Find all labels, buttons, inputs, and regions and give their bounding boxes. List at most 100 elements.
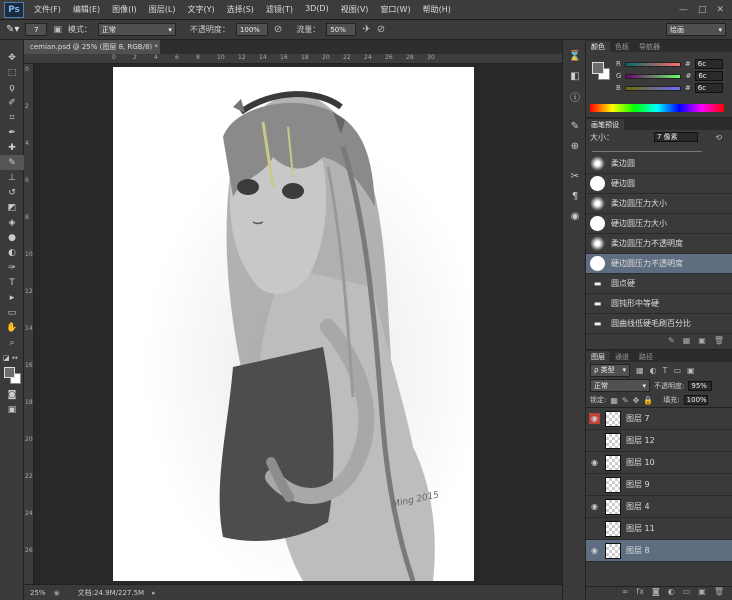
filter-type-icon[interactable]: T xyxy=(663,366,668,375)
filter-shape-icon[interactable]: ▭ xyxy=(673,366,681,375)
shape-tool-icon[interactable]: ▭ xyxy=(0,305,24,320)
adjustment-layer-icon[interactable]: ◐ xyxy=(668,587,675,600)
flow-field[interactable]: 50% xyxy=(326,23,357,36)
toggle-panel-icon[interactable]: ▦ xyxy=(683,336,691,345)
brush-preset-item[interactable]: 硬边圆压力大小 xyxy=(586,214,732,234)
lock-all-icon[interactable]: 🔒 xyxy=(643,396,653,405)
brush-preset-item[interactable]: 柔边圆压力不透明度 xyxy=(586,234,732,254)
brush-preset-item[interactable]: 硬边圆压力不透明度 xyxy=(586,254,732,274)
marquee-tool-icon[interactable]: ⬚ xyxy=(0,65,24,80)
healing-brush-tool-icon[interactable]: ✚ xyxy=(0,140,24,155)
eye-icon[interactable]: ◉ xyxy=(589,413,600,424)
move-tool-icon[interactable]: ✥ xyxy=(0,50,24,65)
eraser-tool-icon[interactable]: ◩ xyxy=(0,200,24,215)
close-button[interactable]: ✕ xyxy=(716,5,724,15)
lasso-tool-icon[interactable]: ϙ xyxy=(0,80,24,95)
channel-slider[interactable] xyxy=(624,61,681,67)
panel-tab-颜色[interactable]: 颜色 xyxy=(586,41,610,52)
layer-row[interactable]: ◉ 图层 8 xyxy=(586,540,732,562)
channel-slider[interactable] xyxy=(624,85,681,91)
history-brush-tool-icon[interactable]: ↺ xyxy=(0,185,24,200)
character-panel-icon[interactable]: ¶ xyxy=(563,186,587,206)
menu-item-8[interactable]: 视图(V) xyxy=(335,4,375,15)
layer-opacity-field[interactable]: 95% xyxy=(688,380,713,391)
new-group-icon[interactable]: ▭ xyxy=(683,587,691,600)
brush-size-slider[interactable] xyxy=(592,144,702,152)
fill-field[interactable]: 100% xyxy=(683,395,708,405)
brush-preset-item[interactable]: ▬ 圆钝形中等硬 xyxy=(586,294,732,314)
brush-panel-toggle-icon[interactable]: ▣ xyxy=(53,25,62,35)
brush-size-field[interactable]: 7 像素 xyxy=(654,132,698,142)
link-layers-icon[interactable]: ∞ xyxy=(622,587,629,600)
filter-adjust-icon[interactable]: ◐ xyxy=(650,366,657,375)
menu-item-5[interactable]: 选择(S) xyxy=(221,4,260,15)
crop-tool-icon[interactable]: ⌗ xyxy=(0,110,24,125)
menu-item-10[interactable]: 帮助(H) xyxy=(417,4,457,15)
document-tab[interactable]: cemian.psd @ 25% (图层 8, RGB/8) * × xyxy=(24,40,168,54)
menu-item-0[interactable]: 文件(F) xyxy=(28,4,67,15)
brush-preset-item[interactable]: ▬ 圆点硬 xyxy=(586,274,732,294)
zoom-tool-icon[interactable]: ⌕ xyxy=(0,335,24,350)
channel-value[interactable]: 6c xyxy=(695,71,724,81)
hidden-eye-icon[interactable] xyxy=(589,435,600,446)
clone-stamp-tool-icon[interactable]: ⊥ xyxy=(0,170,24,185)
brush-preset-item[interactable]: 柔边圆压力大小 xyxy=(586,194,732,214)
panel-tab-色板[interactable]: 色板 xyxy=(610,41,634,52)
layer-row[interactable]: 图层 11 xyxy=(586,518,732,540)
status-menu-icon[interactable]: ▸ xyxy=(152,589,156,597)
layer-row[interactable]: ◉ 图层 10 xyxy=(586,452,732,474)
menu-item-4[interactable]: 文字(Y) xyxy=(181,4,220,15)
layer-row[interactable]: ◉ 图层 4 xyxy=(586,496,732,518)
new-preset-icon[interactable]: ▣ xyxy=(698,336,706,345)
hidden-eye-icon[interactable] xyxy=(589,479,600,490)
info-panel-icon[interactable]: ⓘ xyxy=(563,86,587,106)
menu-item-3[interactable]: 图层(L) xyxy=(143,4,182,15)
brush-size-picker[interactable]: 7 xyxy=(25,23,48,36)
brush-preset-item[interactable]: 柔边圆 xyxy=(586,154,732,174)
kuler-panel-icon[interactable]: ◉ xyxy=(563,206,587,226)
layer-row[interactable]: 图层 9 xyxy=(586,474,732,496)
zoom-level[interactable]: 25% xyxy=(30,589,46,597)
paint-bucket-tool-icon[interactable]: ◈ xyxy=(0,215,24,230)
pen-tool-icon[interactable]: ✑ xyxy=(0,260,24,275)
tools-preset-panel-icon[interactable]: ✂ xyxy=(563,166,587,186)
layer-filter-select[interactable]: ρ 类型 ▾ xyxy=(590,363,630,377)
panel-tab-通道[interactable]: 通道 xyxy=(610,351,634,362)
opacity-field[interactable]: 100% xyxy=(235,23,268,36)
menu-item-2[interactable]: 图像(I) xyxy=(106,4,143,15)
brush-preset-item[interactable]: 硬边圆 xyxy=(586,174,732,194)
foreground-color-swatch[interactable] xyxy=(4,367,15,378)
maximize-button[interactable]: □ xyxy=(698,5,707,15)
quick-mask-icon[interactable]: ◙ xyxy=(0,387,24,402)
brush-panel-icon[interactable]: ✎ xyxy=(563,116,587,136)
airbrush-icon[interactable]: ✈ xyxy=(362,24,370,35)
eye-icon[interactable]: ◉ xyxy=(589,545,600,556)
menu-item-6[interactable]: 滤镜(T) xyxy=(260,4,299,15)
blend-mode-select[interactable]: 正常 ▾ xyxy=(590,379,650,392)
brush-reset-icon[interactable]: ⟲ xyxy=(715,133,722,142)
pressure-opacity-icon[interactable]: ⊘ xyxy=(274,24,282,35)
minimize-button[interactable]: — xyxy=(679,5,688,15)
menu-item-9[interactable]: 窗口(W) xyxy=(374,4,416,15)
brush-tool-icon[interactable]: ✎▾ xyxy=(6,24,19,35)
panel-tab-路径[interactable]: 路径 xyxy=(634,351,658,362)
panel-tab-导航器[interactable]: 导航器 xyxy=(634,41,665,52)
menu-item-7[interactable]: 3D(D) xyxy=(299,4,335,15)
eye-icon[interactable]: ◉ xyxy=(589,501,600,512)
clone-source-panel-icon[interactable]: ⊕ xyxy=(563,136,587,156)
path-select-tool-icon[interactable]: ▸ xyxy=(0,290,24,305)
color-spectrum[interactable] xyxy=(590,104,724,112)
channel-value[interactable]: 6c xyxy=(694,59,723,69)
screen-mode-icon[interactable]: ▣ xyxy=(0,402,24,417)
document-canvas[interactable]: Ming 2015 xyxy=(113,67,474,581)
hidden-eye-icon[interactable] xyxy=(589,523,600,534)
brush-preset-item[interactable]: ▬ 圆曲线低硬毛刷百分比 xyxy=(586,314,732,334)
panel-tab-画笔预设[interactable]: 画笔预设 xyxy=(586,119,624,130)
filter-smart-icon[interactable]: ▣ xyxy=(687,366,695,375)
brush-tool-icon[interactable]: ✎ xyxy=(0,155,24,170)
channel-value[interactable]: 6c xyxy=(694,83,723,93)
dodge-tool-icon[interactable]: ◐ xyxy=(0,245,24,260)
layer-row[interactable]: 图层 12 xyxy=(586,430,732,452)
eyedropper-tool-icon[interactable]: ✒ xyxy=(0,125,24,140)
color-swatches[interactable] xyxy=(0,365,24,387)
